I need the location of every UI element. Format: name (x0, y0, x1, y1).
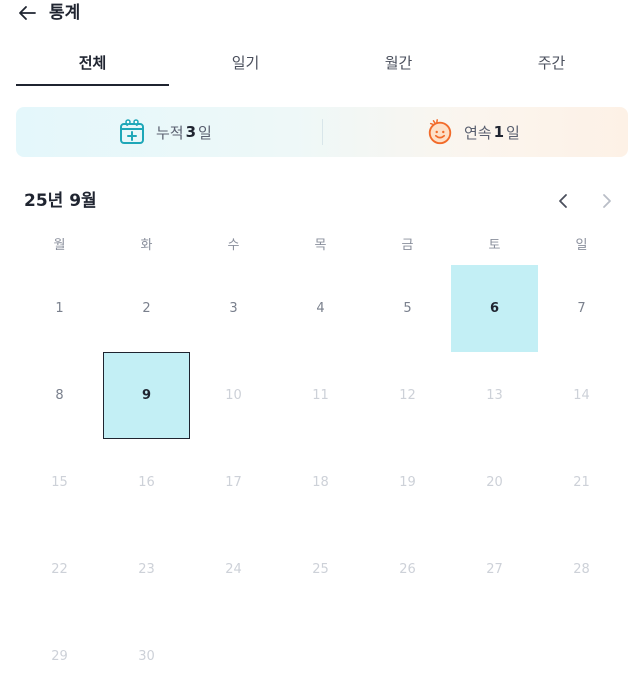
tab-diary[interactable]: 일기 (169, 44, 322, 86)
calendar-day[interactable]: 20 (451, 439, 538, 526)
weekday-label: 월 (53, 238, 66, 253)
calendar-day[interactable]: 3 (190, 265, 277, 352)
calendar-day[interactable]: 22 (16, 526, 103, 613)
arrow-left-icon (19, 6, 36, 20)
calendar-day-today[interactable]: 9 (103, 352, 190, 439)
month-label: 25년 9월 (24, 191, 97, 211)
total-label: 누적 (156, 123, 184, 142)
calendar-day[interactable]: 25 (277, 526, 364, 613)
weekday-label: 일 (575, 238, 588, 253)
page-title: 통계 (49, 3, 81, 23)
calendar-day[interactable]: 18 (277, 439, 364, 526)
calendar-day[interactable]: 26 (364, 526, 451, 613)
calendar-day[interactable]: 13 (451, 352, 538, 439)
calendar-day[interactable]: 4 (277, 265, 364, 352)
total-unit: 일 (198, 123, 212, 142)
weekday-label: 수 (227, 238, 240, 253)
tab-weekly[interactable]: 주간 (475, 44, 628, 86)
tab-all[interactable]: 전체 (16, 44, 169, 86)
tab-monthly[interactable]: 월간 (322, 44, 475, 86)
calendar-day[interactable]: 30 (103, 613, 190, 687)
month-header: 25년 9월 (24, 188, 624, 214)
streak-label: 연속 (464, 123, 492, 142)
back-button[interactable] (16, 2, 38, 24)
weekday-header: 월 화 수 목 금 토 일 (16, 236, 628, 256)
total-days-stat: 누적 3 일 (118, 107, 212, 157)
summary-banner: 누적 3 일 연속 1 일 (16, 107, 628, 157)
calendar-day[interactable]: 2 (103, 265, 190, 352)
weekday-label: 화 (140, 238, 153, 253)
calendar-day[interactable]: 12 (364, 352, 451, 439)
next-month-button[interactable] (596, 190, 618, 212)
calendar-day[interactable]: 11 (277, 352, 364, 439)
calendar-day[interactable]: 15 (16, 439, 103, 526)
calendar-day[interactable]: 16 (103, 439, 190, 526)
top-bar: 통계 (0, 0, 640, 28)
weekday-label: 금 (401, 238, 414, 253)
calendar-day[interactable]: 23 (103, 526, 190, 613)
streak-days-stat: 연속 1 일 (426, 107, 520, 157)
smile-face-icon (426, 118, 454, 146)
calendar-day[interactable]: 21 (538, 439, 625, 526)
weekday-label: 토 (488, 238, 501, 253)
calendar-day[interactable]: 27 (451, 526, 538, 613)
calendar-day[interactable]: 28 (538, 526, 625, 613)
calendar-day[interactable]: 19 (364, 439, 451, 526)
summary-divider (322, 119, 323, 145)
calendar-day[interactable]: 29 (16, 613, 103, 687)
chevron-left-icon (559, 194, 567, 208)
weekday-label: 목 (314, 238, 327, 253)
calendar-day[interactable]: 6 (451, 265, 538, 352)
calendar-day[interactable]: 17 (190, 439, 277, 526)
calendar-day[interactable]: 7 (538, 265, 625, 352)
calendar-day[interactable]: 5 (364, 265, 451, 352)
prev-month-button[interactable] (552, 190, 574, 212)
calendar-day[interactable]: 10 (190, 352, 277, 439)
calendar-day[interactable]: 8 (16, 352, 103, 439)
streak-count: 1 (493, 123, 505, 141)
total-count: 3 (185, 123, 197, 141)
calendar-add-icon (118, 118, 146, 146)
streak-unit: 일 (506, 123, 520, 142)
calendar-day[interactable]: 14 (538, 352, 625, 439)
chevron-right-icon (603, 194, 611, 208)
calendar-day[interactable]: 24 (190, 526, 277, 613)
calendar-day[interactable]: 1 (16, 265, 103, 352)
tab-bar: 전체 일기 월간 주간 (16, 44, 628, 86)
